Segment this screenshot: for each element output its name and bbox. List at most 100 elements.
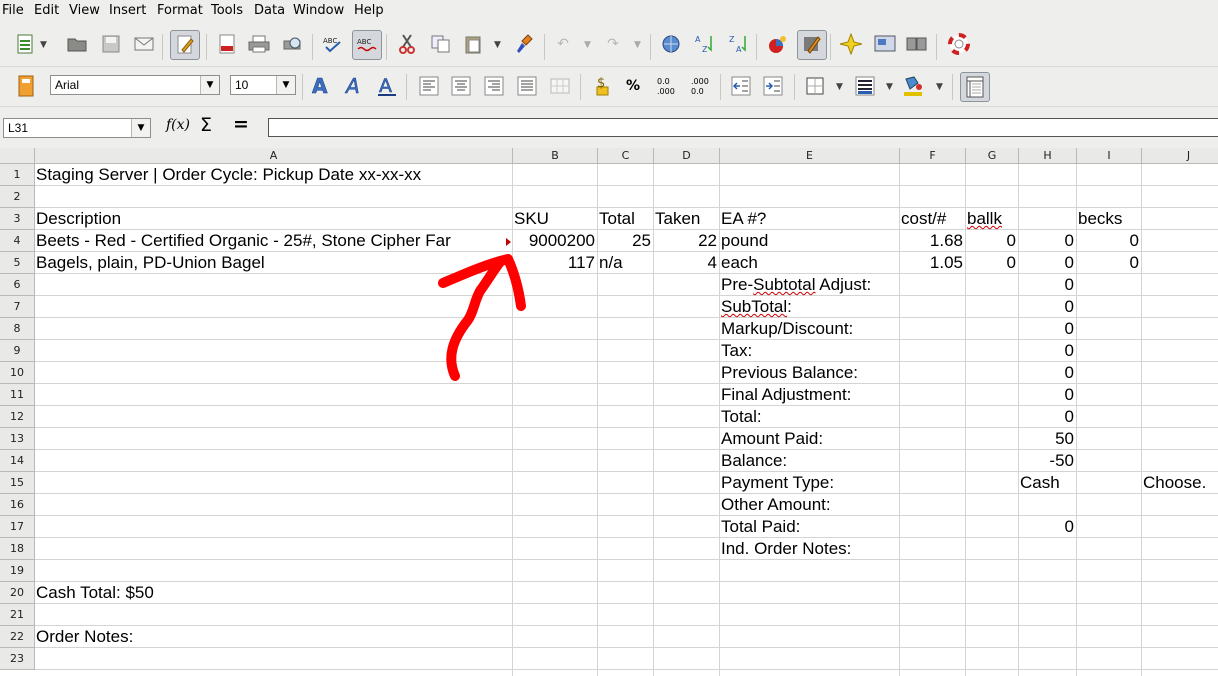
cell-c4[interactable]: 25	[599, 230, 651, 252]
spellcheck-icon[interactable]: ABC	[320, 31, 346, 57]
chevron-down-icon[interactable]: ▼	[276, 76, 295, 94]
hyperlink-icon[interactable]	[658, 31, 684, 57]
new-document-icon[interactable]	[12, 31, 38, 57]
cell-h17[interactable]: 0	[1020, 516, 1074, 538]
cell-h7[interactable]: 0	[1020, 296, 1074, 318]
cell-e14[interactable]: Balance:	[721, 450, 1016, 472]
sort-descending-icon[interactable]: ZA	[726, 31, 752, 57]
cell-h13[interactable]: 50	[1020, 428, 1074, 450]
chevron-down-icon[interactable]: ▼	[200, 76, 219, 94]
undo-dropdown-icon[interactable]: ▼	[584, 40, 591, 50]
cell-a3[interactable]: Description	[36, 208, 510, 230]
font-name-combo[interactable]: Arial ▼	[50, 75, 220, 95]
row-header-8[interactable]: 8	[0, 318, 35, 340]
cell-i5[interactable]: 0	[1078, 252, 1139, 274]
column-header-b[interactable]: B	[513, 148, 598, 164]
cell-e13[interactable]: Amount Paid:	[721, 428, 1016, 450]
increase-indent-icon[interactable]	[760, 73, 786, 99]
add-decimal-icon[interactable]: 0.0.000	[654, 73, 680, 99]
open-folder-icon[interactable]	[64, 31, 90, 57]
cut-icon[interactable]	[394, 31, 420, 57]
cell-i3[interactable]: becks	[1078, 208, 1215, 230]
navigator-icon[interactable]	[838, 31, 864, 57]
cell-e3[interactable]: EA #?	[721, 208, 897, 230]
redo-icon[interactable]: ↷	[600, 31, 626, 57]
cell-h8[interactable]: 0	[1020, 318, 1074, 340]
cell-d3[interactable]: Taken	[655, 208, 717, 230]
merge-cells-icon[interactable]	[547, 73, 573, 99]
row-header-16[interactable]: 16	[0, 494, 35, 516]
bold-icon[interactable]: A	[308, 73, 334, 99]
row-header-19[interactable]: 19	[0, 560, 35, 582]
row-header-1[interactable]: 1	[0, 164, 35, 186]
row-header-4[interactable]: 4	[0, 230, 35, 252]
justify-icon[interactable]	[514, 73, 540, 99]
cell-h4[interactable]: 0	[1020, 230, 1074, 252]
print-preview-icon[interactable]	[280, 31, 306, 57]
align-center-icon[interactable]	[448, 73, 474, 99]
paste-dropdown-icon[interactable]: ▼	[494, 40, 501, 50]
print-icon[interactable]	[246, 31, 272, 57]
show-draw-functions-icon[interactable]	[797, 30, 827, 60]
cell-e6[interactable]: Pre-Subtotal Adjust:	[721, 274, 1016, 296]
edit-file-icon[interactable]	[170, 30, 200, 60]
row-header-6[interactable]: 6	[0, 274, 35, 296]
cell-e9[interactable]: Tax:	[721, 340, 1016, 362]
formula-input[interactable]	[268, 118, 1218, 137]
name-box[interactable]: L31 ▼	[3, 118, 151, 138]
row-header-18[interactable]: 18	[0, 538, 35, 560]
menu-window[interactable]: Window	[293, 3, 344, 18]
row-header-23[interactable]: 23	[0, 648, 35, 670]
line-style-dropdown-icon[interactable]: ▼	[886, 82, 893, 92]
cell-a22[interactable]: Order Notes:	[36, 626, 1215, 648]
row-header-12[interactable]: 12	[0, 406, 35, 428]
cell-h12[interactable]: 0	[1020, 406, 1074, 428]
column-header-d[interactable]: D	[654, 148, 720, 164]
cell-h9[interactable]: 0	[1020, 340, 1074, 362]
cell-e17[interactable]: Total Paid:	[721, 516, 1016, 538]
cell-i4[interactable]: 0	[1078, 230, 1139, 252]
decrease-indent-icon[interactable]	[728, 73, 754, 99]
cell-e10[interactable]: Previous Balance:	[721, 362, 1016, 384]
cell-a20[interactable]: Cash Total: $50	[36, 582, 1215, 604]
cell-h10[interactable]: 0	[1020, 362, 1074, 384]
cell-e18[interactable]: Ind. Order Notes:	[721, 538, 1215, 560]
function-wizard-icon[interactable]: f(x)	[166, 117, 190, 133]
autospellcheck-icon[interactable]: ABC	[352, 30, 382, 60]
cell-e4[interactable]: pound	[721, 230, 897, 252]
row-header-5[interactable]: 5	[0, 252, 35, 274]
row-header-9[interactable]: 9	[0, 340, 35, 362]
underline-icon[interactable]: A	[374, 73, 400, 99]
line-style-icon[interactable]	[852, 73, 878, 99]
menu-file[interactable]: File	[2, 3, 24, 18]
cell-h11[interactable]: 0	[1020, 384, 1074, 406]
cell-h5[interactable]: 0	[1020, 252, 1074, 274]
menu-format[interactable]: Format	[157, 3, 203, 18]
cell-f3[interactable]: cost/#	[901, 208, 963, 230]
menu-tools[interactable]: Tools	[211, 3, 243, 18]
background-color-dropdown-icon[interactable]: ▼	[936, 82, 943, 92]
row-header-20[interactable]: 20	[0, 582, 35, 604]
cell-a1[interactable]: Staging Server | Order Cycle: Pickup Dat…	[36, 164, 1215, 186]
row-header-17[interactable]: 17	[0, 516, 35, 538]
row-header-11[interactable]: 11	[0, 384, 35, 406]
column-header-e[interactable]: E	[720, 148, 900, 164]
data-sources-icon[interactable]	[904, 31, 930, 57]
cell-b3[interactable]: SKU	[514, 208, 595, 230]
menu-data[interactable]: Data	[254, 3, 285, 18]
select-all-corner[interactable]	[0, 148, 35, 164]
borders-icon[interactable]	[802, 73, 828, 99]
column-header-g[interactable]: G	[966, 148, 1019, 164]
cell-c5[interactable]: n/a	[599, 252, 651, 274]
cell-g3[interactable]: ballk	[967, 208, 1074, 230]
menu-help[interactable]: Help	[354, 3, 384, 18]
cell-e12[interactable]: Total:	[721, 406, 1016, 428]
column-header-j[interactable]: J	[1142, 148, 1218, 164]
font-size-combo[interactable]: 10 ▼	[230, 75, 296, 95]
cell-e11[interactable]: Final Adjustment:	[721, 384, 1016, 406]
help-icon[interactable]	[946, 31, 972, 57]
cell-c3[interactable]: Total	[599, 208, 651, 230]
cell-d5[interactable]: 4	[655, 252, 717, 274]
chevron-down-icon[interactable]: ▼	[131, 119, 150, 137]
save-icon[interactable]	[98, 31, 124, 57]
